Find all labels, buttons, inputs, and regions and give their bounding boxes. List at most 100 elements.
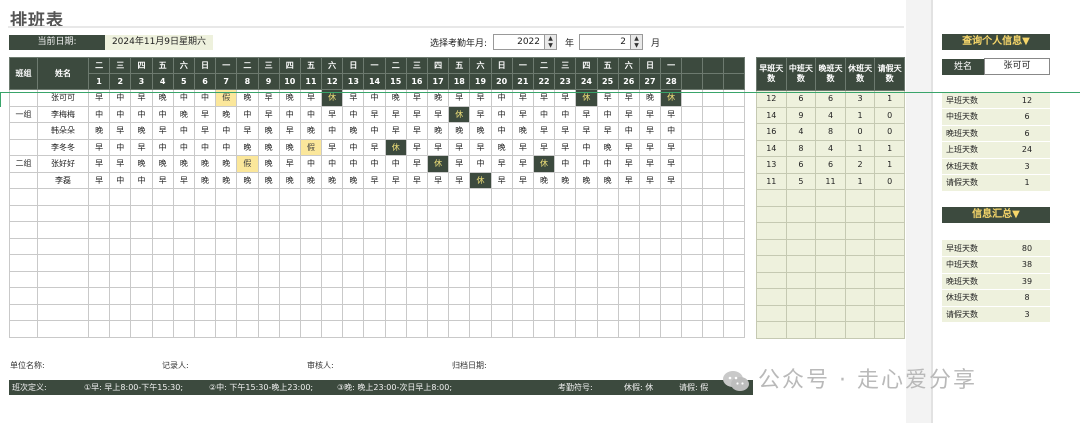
empty-cell[interactable] — [681, 221, 704, 239]
empty-cell[interactable] — [702, 221, 725, 239]
empty-cell[interactable] — [172, 254, 195, 272]
spinner-down-icon[interactable]: ▼ — [545, 42, 556, 49]
empty-cell[interactable] — [426, 254, 450, 272]
shift-cell[interactable]: 早 — [469, 138, 492, 156]
empty-cell[interactable] — [405, 270, 429, 288]
empty-cell[interactable] — [172, 320, 195, 338]
empty-cell[interactable] — [215, 320, 238, 338]
shift-cell[interactable]: 晚 — [257, 122, 280, 140]
empty-cell[interactable] — [511, 303, 534, 321]
empty-cell[interactable] — [257, 320, 280, 338]
empty-cell[interactable] — [363, 287, 386, 305]
empty-cell[interactable] — [278, 287, 301, 305]
name-cell[interactable]: 李磊 — [37, 171, 89, 189]
empty-cell[interactable] — [681, 254, 704, 272]
shift-cell[interactable]: 早 — [448, 138, 471, 156]
shift-cell[interactable]: 晚 — [215, 155, 238, 173]
shift-cell[interactable]: 早 — [575, 105, 598, 123]
empty-cell[interactable] — [384, 320, 407, 338]
empty-cell[interactable] — [236, 204, 259, 222]
empty-cell[interactable] — [681, 303, 704, 321]
empty-cell[interactable] — [321, 320, 344, 338]
month-spinner-arrows[interactable]: ▲ ▼ — [630, 35, 642, 49]
empty-cell[interactable] — [342, 287, 365, 305]
shift-cell[interactable]: 晚 — [130, 155, 153, 173]
empty-cell[interactable] — [215, 303, 238, 321]
empty-cell[interactable] — [448, 270, 471, 288]
empty-cell[interactable] — [87, 221, 111, 239]
empty-cell[interactable] — [723, 221, 746, 239]
empty-cell[interactable] — [278, 270, 301, 288]
empty-cell[interactable] — [660, 237, 683, 255]
empty-cell[interactable] — [193, 320, 217, 338]
shift-cell[interactable]: 早 — [321, 105, 344, 123]
shift-cell[interactable]: 中 — [130, 171, 153, 189]
empty-cell[interactable] — [384, 287, 407, 305]
empty-cell[interactable] — [321, 237, 344, 255]
empty-cell[interactable] — [638, 188, 662, 206]
empty-cell[interactable] — [723, 138, 746, 156]
empty-cell[interactable] — [87, 287, 111, 305]
empty-cell[interactable] — [448, 254, 471, 272]
empty-cell[interactable] — [215, 287, 238, 305]
shift-cell[interactable]: 早 — [554, 138, 577, 156]
empty-cell[interactable] — [702, 303, 725, 321]
empty-cell[interactable] — [511, 287, 534, 305]
shift-cell[interactable]: 假 — [236, 155, 259, 173]
shift-cell[interactable]: 早 — [363, 105, 386, 123]
empty-cell[interactable] — [617, 320, 640, 338]
empty-cell[interactable] — [681, 188, 704, 206]
shift-cell[interactable]: 早 — [278, 155, 301, 173]
empty-cell[interactable] — [723, 320, 746, 338]
shift-cell[interactable]: 中 — [151, 105, 174, 123]
shift-cell[interactable]: 中 — [342, 138, 365, 156]
empty-cell[interactable] — [511, 237, 534, 255]
empty-cell[interactable] — [193, 287, 217, 305]
shift-cell[interactable]: 早 — [426, 105, 450, 123]
shift-cell[interactable]: 中 — [554, 155, 577, 173]
shift-cell[interactable]: 早 — [469, 105, 492, 123]
shift-cell[interactable]: 早 — [490, 155, 513, 173]
shift-cell[interactable]: 早 — [193, 105, 217, 123]
empty-cell[interactable] — [236, 303, 259, 321]
shift-cell[interactable]: 早 — [660, 171, 683, 189]
empty-cell[interactable] — [130, 287, 153, 305]
shift-cell[interactable]: 休 — [448, 105, 471, 123]
empty-cell[interactable] — [87, 237, 111, 255]
empty-cell[interactable] — [342, 270, 365, 288]
empty-cell[interactable] — [193, 204, 217, 222]
empty-cell[interactable] — [109, 204, 132, 222]
empty-cell[interactable] — [681, 287, 704, 305]
empty-cell[interactable] — [172, 237, 195, 255]
empty-cell[interactable] — [511, 204, 534, 222]
shift-cell[interactable]: 休 — [384, 138, 407, 156]
empty-cell[interactable] — [299, 254, 323, 272]
empty-cell[interactable] — [490, 188, 513, 206]
shift-cell[interactable]: 晚 — [257, 138, 280, 156]
empty-cell[interactable] — [723, 155, 746, 173]
empty-cell[interactable] — [702, 122, 725, 140]
empty-cell[interactable] — [660, 320, 683, 338]
empty-cell[interactable] — [342, 237, 365, 255]
group-cell[interactable]: 二组 — [9, 155, 38, 173]
summary-header[interactable]: 信息汇总▼ — [942, 207, 1050, 223]
empty-cell[interactable] — [681, 155, 704, 173]
shift-cell[interactable]: 晚 — [87, 122, 111, 140]
empty-cell[interactable] — [405, 287, 429, 305]
empty-cell[interactable] — [37, 237, 89, 255]
empty-cell[interactable] — [109, 188, 132, 206]
empty-cell[interactable] — [681, 320, 704, 338]
empty-cell[interactable] — [469, 204, 492, 222]
empty-cell[interactable] — [426, 204, 450, 222]
empty-cell[interactable] — [596, 303, 619, 321]
shift-cell[interactable]: 晚 — [299, 122, 323, 140]
empty-cell[interactable] — [554, 221, 577, 239]
group-cell[interactable] — [9, 171, 38, 189]
shift-cell[interactable]: 中 — [278, 105, 301, 123]
empty-cell[interactable] — [532, 320, 556, 338]
shift-cell[interactable]: 中 — [363, 122, 386, 140]
shift-cell[interactable]: 早 — [193, 122, 217, 140]
empty-cell[interactable] — [405, 221, 429, 239]
empty-cell[interactable] — [490, 287, 513, 305]
empty-cell[interactable] — [172, 188, 195, 206]
